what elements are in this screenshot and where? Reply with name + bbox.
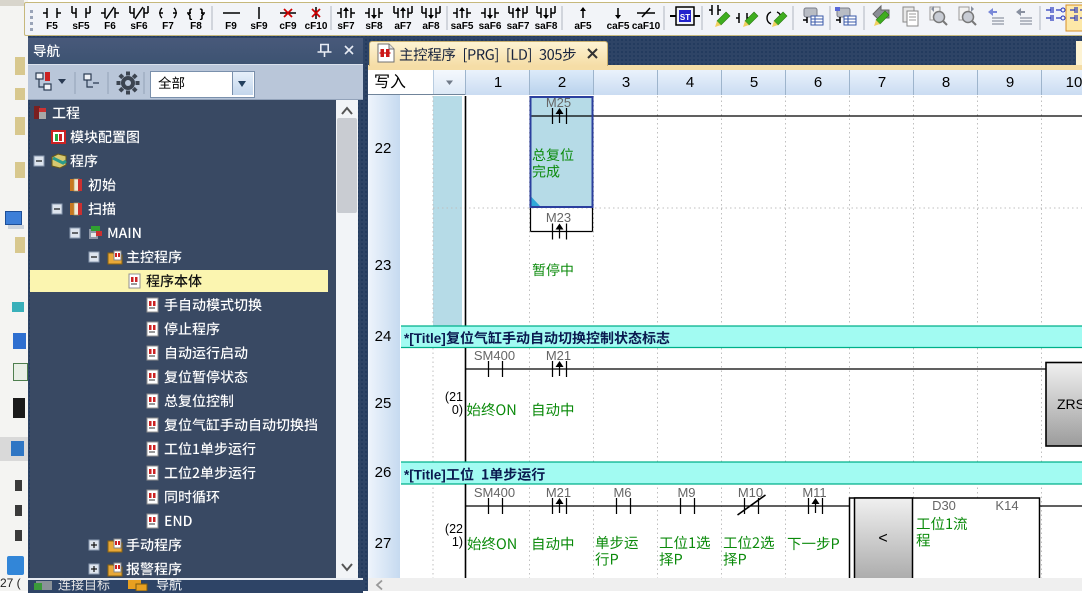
svg-text:cF10: cF10	[305, 21, 328, 32]
svg-text:K14: K14	[995, 498, 1018, 513]
svg-text:0): 0)	[452, 403, 463, 417]
svg-text:M11: M11	[802, 485, 826, 500]
svg-text:aF8: aF8	[422, 21, 440, 32]
svg-text:F9: F9	[225, 21, 237, 32]
svg-text:M6: M6	[613, 485, 631, 500]
svg-text:F5: F5	[46, 21, 58, 32]
svg-text:F7: F7	[162, 21, 174, 32]
svg-text:ZRS: ZRS	[1057, 396, 1082, 412]
svg-text:*[Title]: *[Title]	[404, 331, 446, 346]
svg-text:saF8: saF8	[535, 21, 558, 32]
svg-text:caF5: caF5	[607, 21, 630, 32]
svg-text:cF9: cF9	[279, 21, 297, 32]
svg-text:ST: ST	[680, 13, 690, 22]
svg-text:F8: F8	[190, 21, 202, 32]
svg-text:M23: M23	[546, 210, 571, 225]
svg-text:aF5: aF5	[574, 21, 592, 32]
svg-text:SM400: SM400	[474, 348, 515, 363]
svg-text:M21: M21	[546, 485, 571, 500]
svg-text:M21: M21	[546, 348, 571, 363]
svg-text:1): 1)	[452, 535, 463, 549]
svg-text:M10: M10	[738, 485, 763, 500]
svg-text:SM400: SM400	[474, 485, 515, 500]
svg-text:F6: F6	[104, 21, 116, 32]
svg-text:sF8: sF8	[365, 21, 383, 32]
svg-text:saF5: saF5	[451, 21, 474, 32]
svg-text:D30: D30	[932, 498, 956, 513]
svg-text:M25: M25	[546, 95, 571, 110]
svg-text:{: {	[188, 7, 193, 21]
svg-text:caF10: caF10	[632, 21, 661, 32]
svg-text:}: }	[200, 7, 205, 21]
svg-text:aF7: aF7	[394, 21, 412, 32]
svg-text:sF9: sF9	[250, 21, 268, 32]
svg-text:saF7: saF7	[507, 21, 530, 32]
svg-text:sF5: sF5	[72, 21, 90, 32]
svg-text:sF6: sF6	[130, 21, 148, 32]
svg-text:sF7: sF7	[337, 21, 355, 32]
svg-text:(22: (22	[445, 522, 463, 536]
svg-text:saF6: saF6	[479, 21, 502, 32]
svg-text:(21: (21	[445, 390, 463, 404]
svg-text:M9: M9	[677, 485, 695, 500]
svg-text:<: <	[878, 530, 887, 547]
svg-text:*[Title]: *[Title]	[404, 468, 446, 483]
